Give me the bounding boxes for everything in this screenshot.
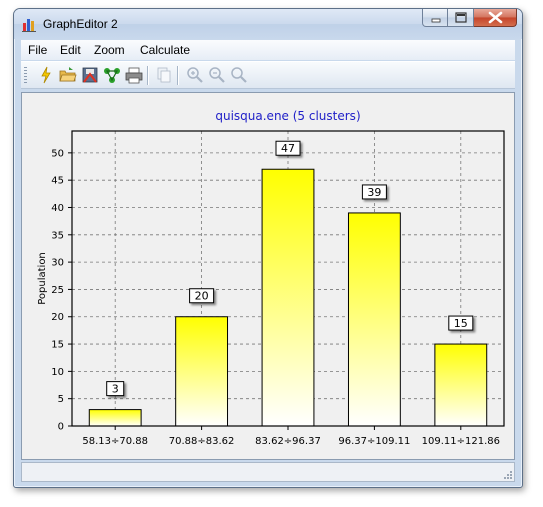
print-icon[interactable] <box>125 66 143 84</box>
bar[interactable] <box>261 168 315 427</box>
window-title: GraphEditor 2 <box>43 17 118 31</box>
chart-title: quisqua.ene (5 clusters) <box>215 109 360 123</box>
bar[interactable] <box>88 409 142 427</box>
toolbar <box>21 61 515 89</box>
toolbar-separator <box>177 66 178 85</box>
open-folder-icon[interactable] <box>59 66 77 84</box>
toolbar-separator <box>147 66 148 85</box>
close-icon <box>488 11 503 24</box>
menu-file[interactable]: File <box>28 43 47 57</box>
y-tick-label: 30 <box>51 258 64 269</box>
x-tick-label: 109.11÷121.86 <box>422 436 500 447</box>
graph-icon[interactable] <box>103 66 121 84</box>
title-bar[interactable]: GraphEditor 2 <box>14 9 522 39</box>
y-tick-label: 15 <box>51 340 64 351</box>
y-axis-label: Population <box>37 252 48 305</box>
maximize-icon <box>455 12 467 23</box>
maximize-button[interactable] <box>448 9 474 27</box>
minimize-icon <box>431 18 441 23</box>
zoom-reset-icon[interactable] <box>230 66 248 84</box>
zoom-out-icon[interactable] <box>208 66 226 84</box>
y-tick-label: 50 <box>51 148 64 159</box>
minimize-button[interactable] <box>422 9 448 27</box>
y-tick-label: 5 <box>58 394 64 405</box>
data-label: 39 <box>367 186 381 199</box>
menu-zoom[interactable]: Zoom <box>94 43 125 57</box>
y-tick-label: 45 <box>51 176 64 187</box>
app-icon <box>22 19 36 32</box>
bar[interactable] <box>434 343 488 427</box>
y-tick-label: 20 <box>51 312 64 323</box>
toolbar-grip[interactable] <box>24 67 27 84</box>
status-bar <box>21 462 515 482</box>
close-button[interactable] <box>474 9 517 27</box>
menu-bar: File Edit Zoom Calculate <box>21 40 515 60</box>
y-tick-label: 0 <box>58 422 64 433</box>
zoom-in-icon[interactable] <box>186 66 204 84</box>
data-label: 47 <box>281 142 295 155</box>
y-tick-label: 10 <box>51 367 64 378</box>
y-tick-label: 40 <box>51 203 64 214</box>
x-tick-label: 58.13÷70.88 <box>82 436 148 447</box>
x-tick-label: 96.37÷109.11 <box>338 436 410 447</box>
menu-edit[interactable]: Edit <box>60 43 81 57</box>
x-tick-label: 83.62÷96.37 <box>255 436 321 447</box>
data-label: 20 <box>195 290 209 303</box>
bar-chart[interactable]: quisqua.ene (5 clusters) Population 0 5 10… <box>22 93 514 459</box>
chart-area[interactable]: quisqua.ene (5 clusters) Population 0 5 10… <box>21 92 515 460</box>
lightning-icon[interactable] <box>37 66 55 84</box>
x-tick-label: 70.88÷83.62 <box>169 436 235 447</box>
data-label: 3 <box>112 383 119 396</box>
data-label: 15 <box>454 317 468 330</box>
y-tick-label: 25 <box>51 285 64 296</box>
resize-grip[interactable] <box>502 469 512 479</box>
bar[interactable] <box>175 316 229 427</box>
menu-calculate[interactable]: Calculate <box>140 43 190 57</box>
y-tick-label: 35 <box>51 230 64 241</box>
save-icon[interactable] <box>81 66 99 84</box>
copy-icon[interactable] <box>155 66 173 84</box>
app-window: GraphEditor 2 File Edit Zoom Calculate q… <box>13 8 523 488</box>
bar[interactable] <box>347 212 401 427</box>
